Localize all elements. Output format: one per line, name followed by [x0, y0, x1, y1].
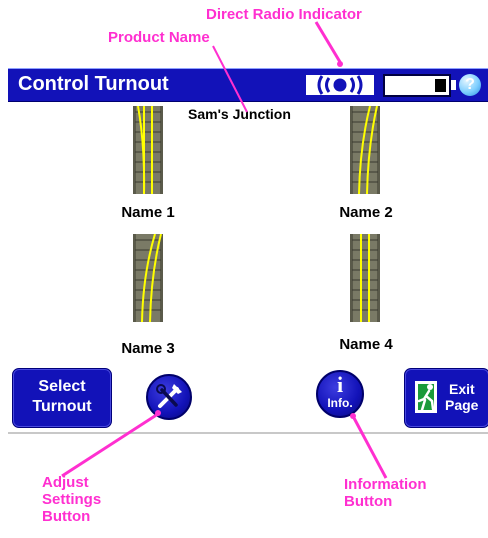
callout-info-line-2: Button: [344, 493, 393, 510]
device-screen: Control Turnout ? Sam's Junction Name 1 …: [8, 68, 488, 434]
turnout-right-icon: [350, 105, 380, 195]
exit-label-1: Exit: [449, 381, 475, 397]
turnout-1[interactable]: [133, 105, 163, 195]
turnout-3-label: Name 3: [121, 340, 175, 357]
info-label: Info.: [327, 396, 353, 410]
callout-direct-radio-indicator: Direct Radio Indicator: [206, 6, 362, 23]
select-turnout-label-1: Select: [38, 378, 86, 395]
battery-icon: [383, 74, 451, 97]
turnout-4-label: Name 4: [339, 336, 393, 353]
pointer-radio: [314, 21, 342, 63]
exit-label-2: Page: [445, 397, 479, 413]
exit-page-button[interactable]: Exit Page: [404, 368, 488, 428]
turnout-2-label: Name 2: [339, 204, 393, 221]
battery-terminal: [451, 80, 456, 90]
select-turnout-label-2: Turnout: [32, 398, 92, 415]
callout-information-button: Information Button: [344, 476, 427, 510]
page-title: Control Turnout: [18, 73, 169, 95]
turnout-3[interactable]: [133, 233, 163, 323]
turnout-2[interactable]: [350, 105, 380, 195]
select-turnout-button[interactable]: Select Turnout: [12, 368, 112, 428]
tools-icon: [156, 384, 182, 408]
callout-adjust-line-3: Button: [42, 508, 91, 525]
exit-running-man-icon: [415, 381, 437, 413]
turnout-right-icon: [133, 233, 163, 323]
battery-level: [435, 79, 446, 92]
turnout-1-label: Name 1: [121, 204, 175, 221]
callout-adjust-line-1: Adjust: [42, 474, 89, 491]
help-icon[interactable]: ?: [459, 74, 481, 96]
turnout-left-icon: [133, 105, 163, 195]
callout-info-line-1: Information: [344, 476, 427, 493]
turnout-4[interactable]: [350, 234, 380, 322]
callout-adjust-settings-button: Adjust Settings Button: [42, 474, 101, 525]
adjust-settings-button[interactable]: [146, 374, 192, 420]
title-bar: Control Turnout ?: [8, 68, 488, 102]
turnout-straight-icon: [350, 234, 380, 322]
product-name: Sam's Junction: [188, 106, 291, 122]
callout-adjust-line-2: Settings: [42, 491, 102, 508]
pointer-radio-dot: [337, 61, 343, 67]
callout-product-name: Product Name: [108, 29, 210, 46]
info-icon: i: [336, 372, 344, 397]
information-button[interactable]: i Info.: [316, 370, 364, 418]
radio-signal-icon: [304, 73, 376, 97]
